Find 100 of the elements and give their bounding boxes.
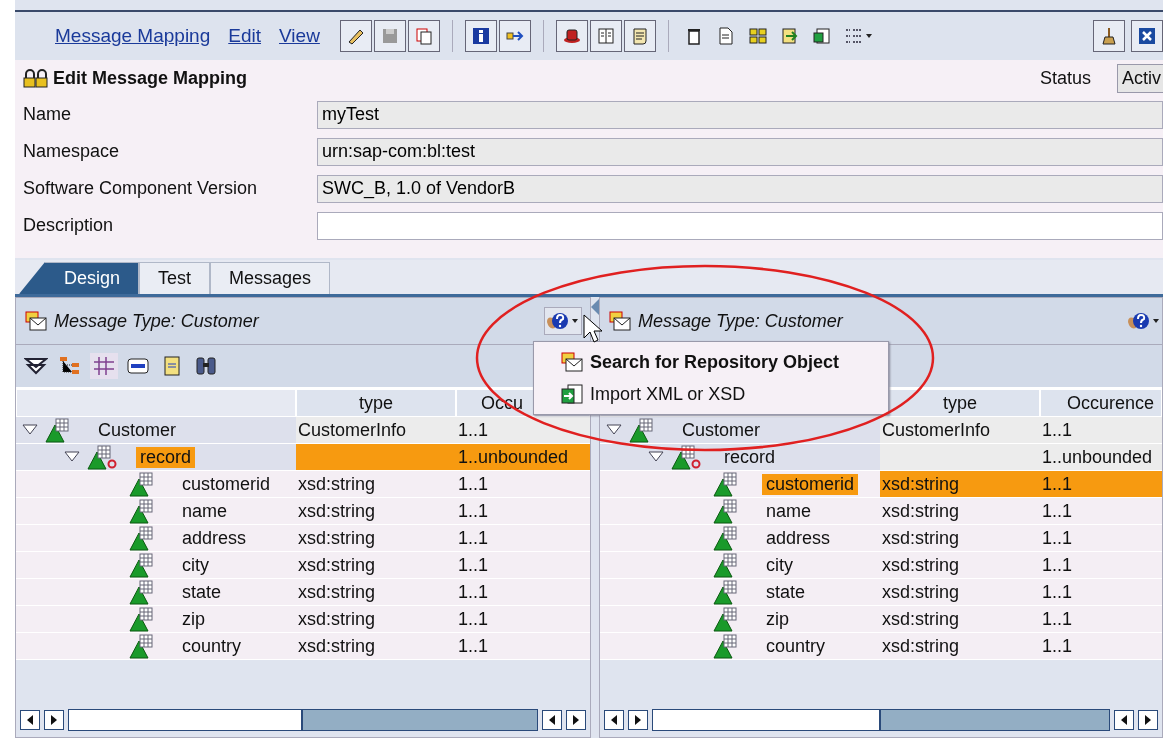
type-cell: CustomerInfo [296,417,456,444]
occurrence-cell: 1..1 [1040,471,1162,498]
menu-item[interactable]: View [279,25,320,47]
occurrence-cell: 1..1 [1040,498,1162,525]
scroll-left-button[interactable] [542,710,562,730]
tree-node[interactable]: customerid [178,473,275,495]
field-label: Namespace [23,141,121,162]
pane-title: Message Type: Customer [54,310,259,332]
type-cell: xsd:string [880,633,1040,660]
scrollbar-thumb[interactable] [879,710,1109,730]
copy-icon[interactable] [407,20,440,52]
scroll-left-button[interactable] [604,710,624,730]
tree-node[interactable]: Customer [94,419,181,441]
hat-icon[interactable] [555,20,588,52]
occurrence-cell: 1..unbounded [1040,444,1162,471]
scrollbar-thumb[interactable] [301,710,537,730]
tree-node[interactable]: city [178,554,213,576]
tree-node[interactable]: address [762,527,835,549]
menu-item[interactable]: Message Mapping [55,25,211,47]
scroll-right-button[interactable] [1138,710,1158,730]
type-cell: xsd:string [296,606,456,633]
scroll-left-button[interactable] [1114,710,1134,730]
input-field[interactable]: SWC_B, 1.0 of VendorB [317,174,1163,203]
branch-icon[interactable] [498,20,531,52]
expanded-triangle-icon[interactable] [22,424,38,436]
occurrence-cell: 1..1 [1040,633,1162,660]
tree-node[interactable]: country [178,635,246,657]
column-header: type [296,389,456,417]
expanded-triangle-icon[interactable] [648,451,664,463]
status-label: Status [1039,67,1091,89]
type-cell: xsd:string [296,525,456,552]
tree-node[interactable]: address [178,527,251,549]
tree-node[interactable]: state [762,581,810,603]
tree-node[interactable]: state [178,581,226,603]
expanded-triangle-icon[interactable] [606,424,622,436]
occurrence-cell: 1..1 [456,579,590,606]
message-icon [24,310,48,332]
scroll-right-button[interactable] [628,710,648,730]
expanded-triangle-icon[interactable] [64,451,80,463]
grid-icon[interactable] [90,353,118,379]
message-icon [560,351,584,373]
tree-node[interactable]: zip [762,608,793,630]
input-field[interactable]: myTest [317,100,1163,129]
tree-node[interactable]: country [762,635,830,657]
broom-icon[interactable] [1093,20,1125,52]
scroll-left-button[interactable] [20,710,40,730]
right-arrow-icon [634,715,642,725]
left-arrow-icon [26,715,34,725]
occurrence-cell: 1..1 [1040,525,1162,552]
message-icon [608,310,632,332]
occurrence-cell: 1..1 [1040,552,1162,579]
help-dropdown-button[interactable] [544,307,582,335]
occurrence-cell: 1..1 [456,471,590,498]
info-icon[interactable] [464,20,497,52]
tree-node[interactable]: record [720,446,780,468]
occurrence-cell: 1..1 [1040,417,1162,444]
occurrence-cell: 1..1 [1040,579,1162,606]
occurrence-cell: 1..1 [1040,606,1162,633]
tab[interactable]: Design [19,262,140,294]
tree-node[interactable]: zip [178,608,209,630]
occurrence-cell: 1..1 [456,606,590,633]
pane-title: Message Type: Customer [638,310,843,332]
tab[interactable]: Test [139,262,211,294]
type-cell: xsd:string [880,471,1040,498]
column-header: Occurence [1040,389,1162,417]
close-icon[interactable] [1131,20,1163,52]
type-cell: xsd:string [296,471,456,498]
right-arrow-icon [1144,715,1152,725]
tree-node[interactable]: record [136,446,196,468]
occurrence-cell: 1..unbounded [456,444,590,471]
left-arrow-icon [548,715,556,725]
lock-icon [23,67,49,89]
occurrence-cell: 1..1 [456,633,590,660]
book-icon[interactable] [589,20,622,52]
field-label: Software Component Version [23,178,259,199]
tab[interactable]: Messages [210,262,331,294]
occurrence-cell: 1..1 [456,525,590,552]
tree-node[interactable]: name [178,500,232,522]
input-field[interactable] [317,211,1163,240]
tree-node[interactable]: name [762,500,816,522]
occurrence-cell: 1..1 [456,498,590,525]
left-arrow-icon [1120,715,1128,725]
tree-node[interactable]: city [762,554,797,576]
scrollbar-track[interactable] [68,709,538,731]
menu-item[interactable]: Edit [228,25,261,47]
occurrence-cell: 1..1 [456,417,590,444]
scrollbar-track[interactable] [652,709,1110,731]
pencil-icon[interactable] [339,20,372,52]
type-cell: xsd:string [880,579,1040,606]
tree-node[interactable]: customerid [762,473,859,495]
editor-title: Edit Message Mapping [53,67,248,89]
tree-node[interactable]: Customer [678,419,765,441]
menu-item[interactable]: Search for Repository Object [534,346,888,378]
type-cell: xsd:string [296,579,456,606]
mouse-cursor [583,314,603,344]
scroll-right-button[interactable] [566,710,586,730]
input-field[interactable]: urn:sap-com:bl:test [317,137,1163,166]
import-icon [560,383,584,405]
scroll-right-button[interactable] [44,710,64,730]
scroll-icon[interactable] [623,20,656,52]
